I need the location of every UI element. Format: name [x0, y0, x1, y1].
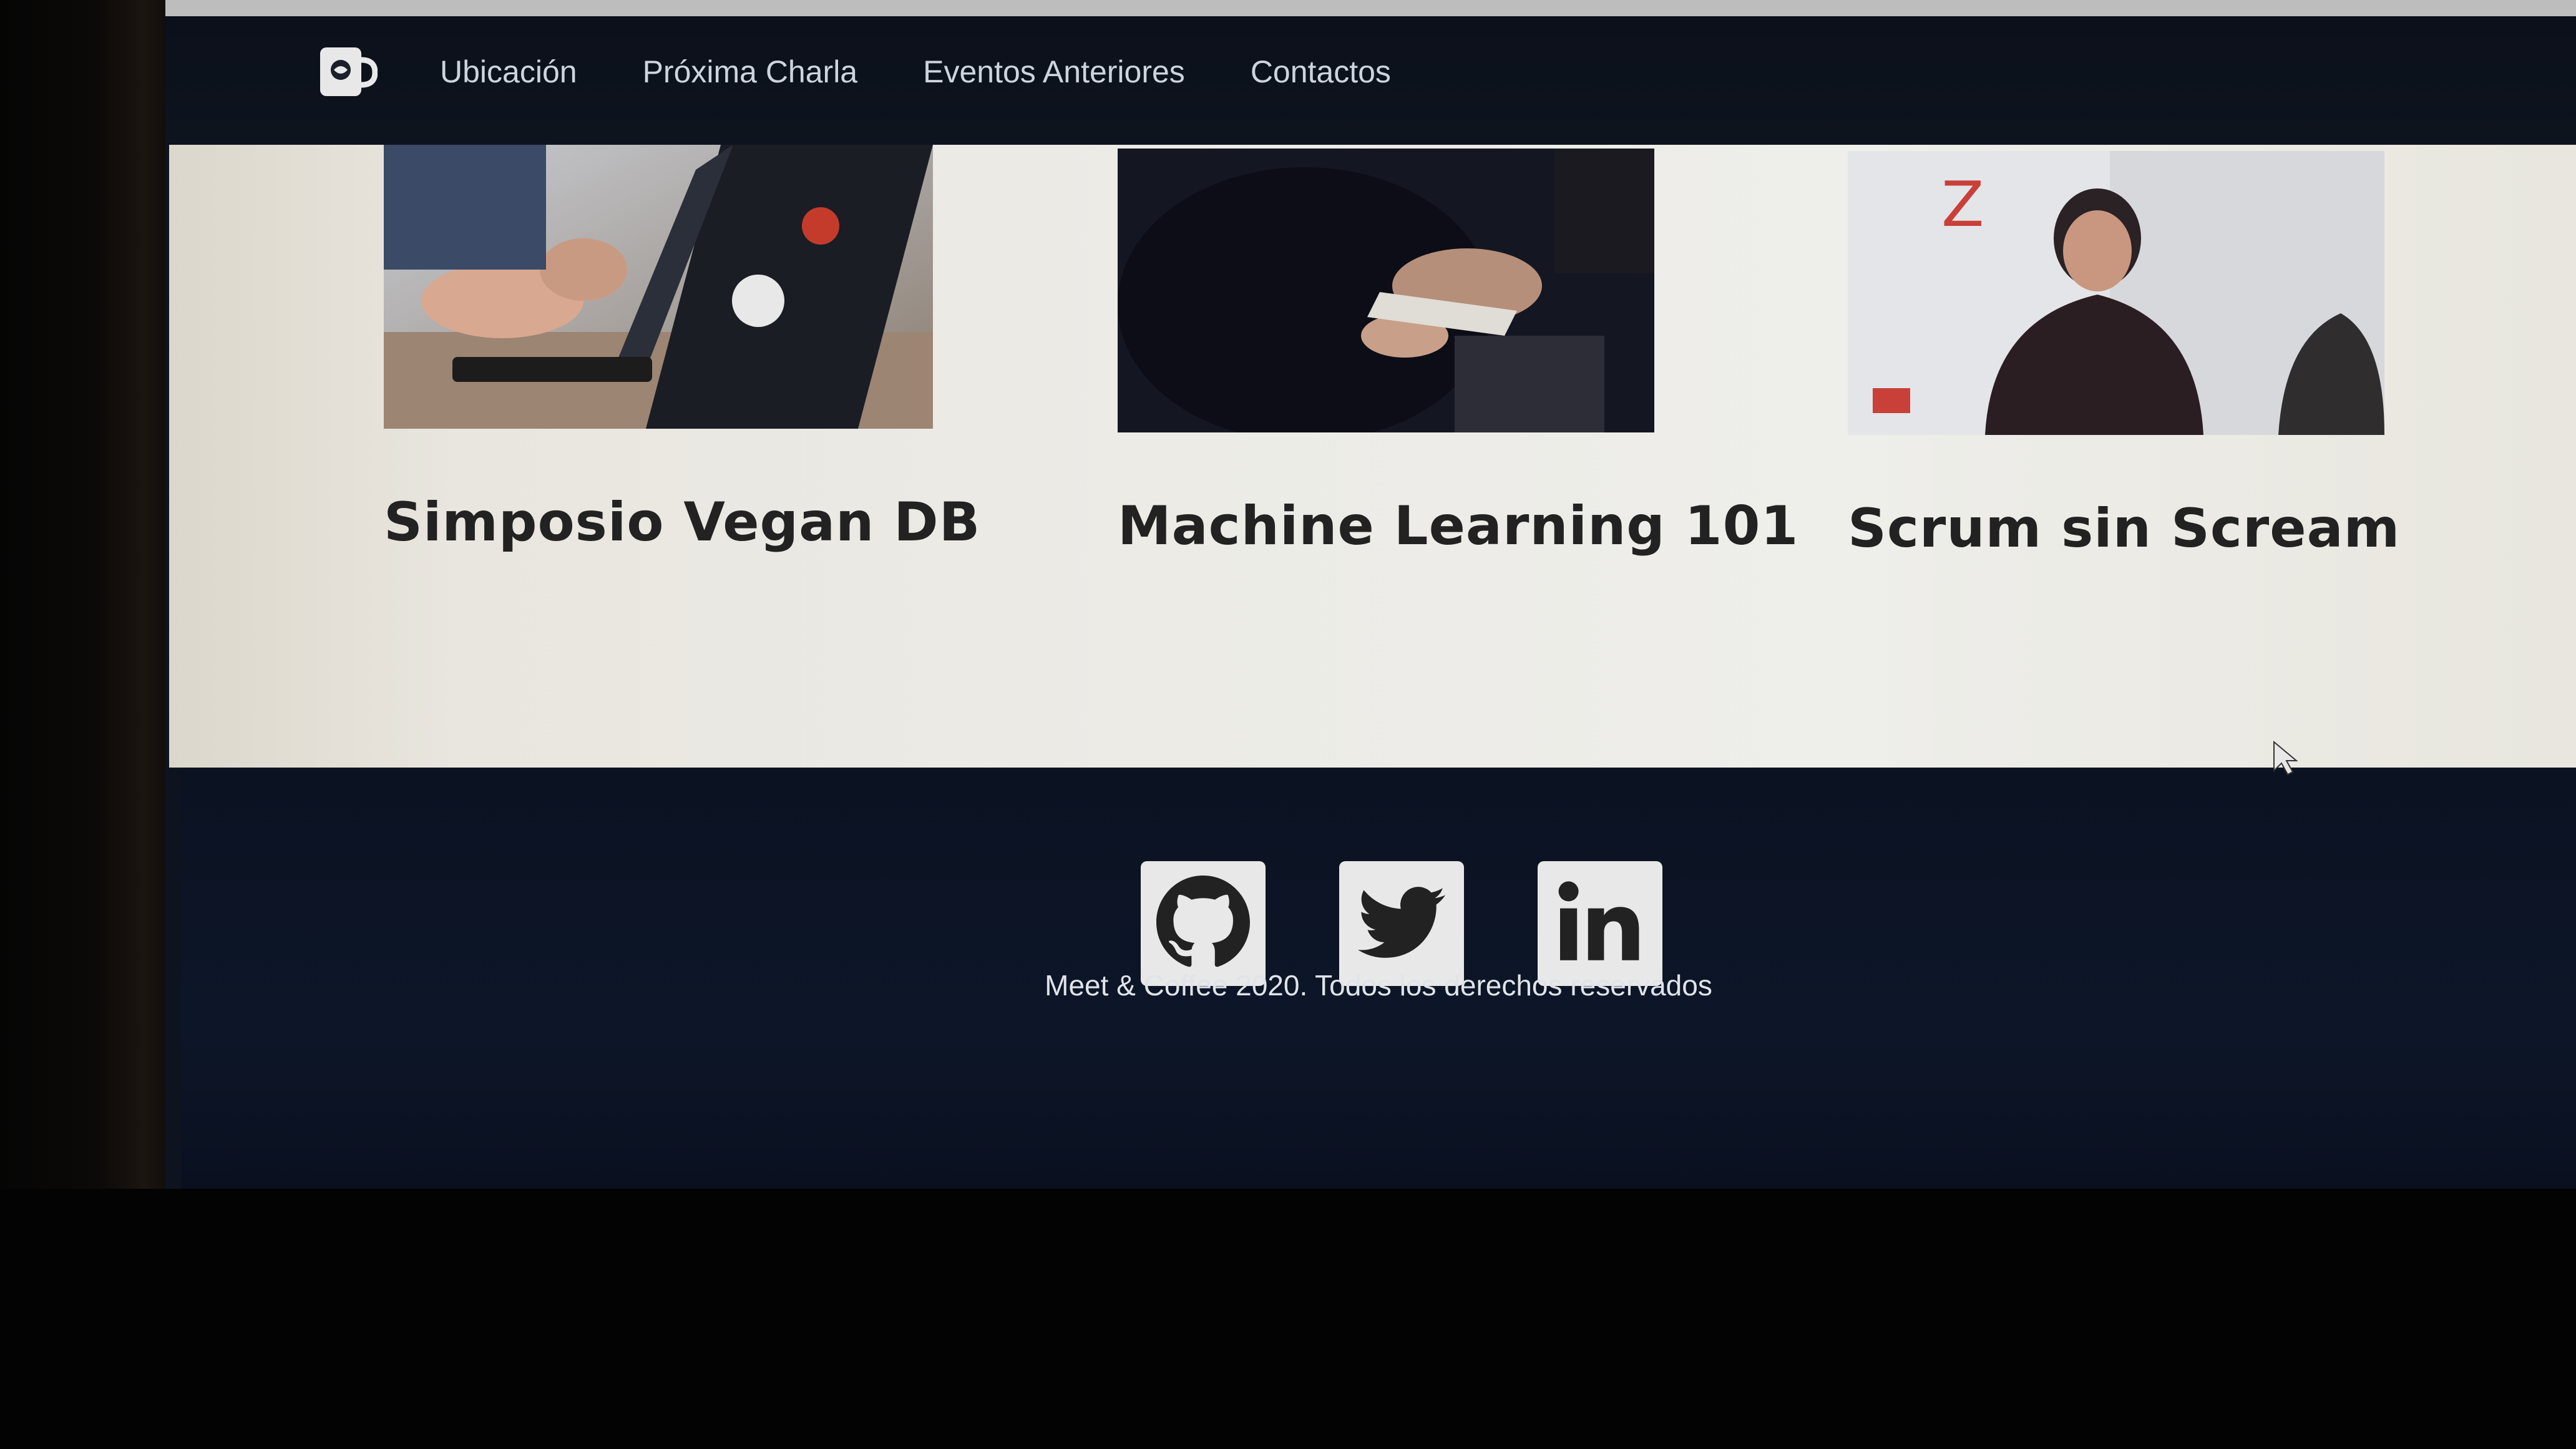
event-image-whiteboard: Z [1848, 151, 2384, 435]
photo-of-monitor: Ubicación Próxima Charla Eventos Anterio… [0, 0, 2576, 1449]
event-card[interactable]: Machine Learning 101 [1118, 149, 1798, 557]
event-title[interactable]: Simposio Vegan DB [384, 491, 980, 554]
site-navbar: Ubicación Próxima Charla Eventos Anterio… [165, 16, 2576, 147]
event-card[interactable]: Z Scrum sin Scream [1848, 151, 2399, 560]
coffee-cup-logo-icon[interactable] [315, 41, 378, 104]
nav-link-proxima-charla[interactable]: Próxima Charla [643, 54, 858, 90]
event-image-notes [1118, 149, 1654, 432]
browser-chrome-edge [165, 0, 2576, 16]
svg-text:Z: Z [1941, 168, 1984, 241]
site-footer: Meet & Coffee 2020. Todos los derechos r… [181, 768, 2576, 1189]
event-title[interactable]: Scrum sin Scream [1848, 497, 2399, 560]
twitter-icon [1358, 879, 1445, 968]
nav-link-ubicacion[interactable]: Ubicación [440, 54, 577, 90]
copyright-text: Meet & Coffee 2020. Todos los derechos r… [1045, 969, 1712, 1002]
event-image-laptops [384, 145, 933, 429]
mouse-cursor-icon [2271, 739, 2303, 779]
event-title[interactable]: Machine Learning 101 [1118, 495, 1798, 557]
social-links [1141, 861, 1736, 986]
browser-viewport: Ubicación Próxima Charla Eventos Anterio… [165, 0, 2576, 1189]
nav-link-contactos[interactable]: Contactos [1251, 54, 1391, 90]
nav-link-eventos-anteriores[interactable]: Eventos Anteriores [923, 54, 1185, 90]
event-card[interactable]: Simposio Vegan DB [384, 145, 980, 554]
nav-links: Ubicación Próxima Charla Eventos Anterio… [440, 54, 1456, 90]
twitter-link[interactable] [1339, 861, 1464, 986]
monitor-bezel-bottom [0, 1189, 2576, 1449]
linkedin-icon [1550, 872, 1650, 975]
linkedin-link[interactable] [1538, 861, 1662, 986]
past-events-section: Simposio Vegan DB Machine Learning 101 Z… [169, 145, 2576, 768]
github-link[interactable] [1141, 861, 1266, 986]
github-icon [1156, 876, 1250, 972]
